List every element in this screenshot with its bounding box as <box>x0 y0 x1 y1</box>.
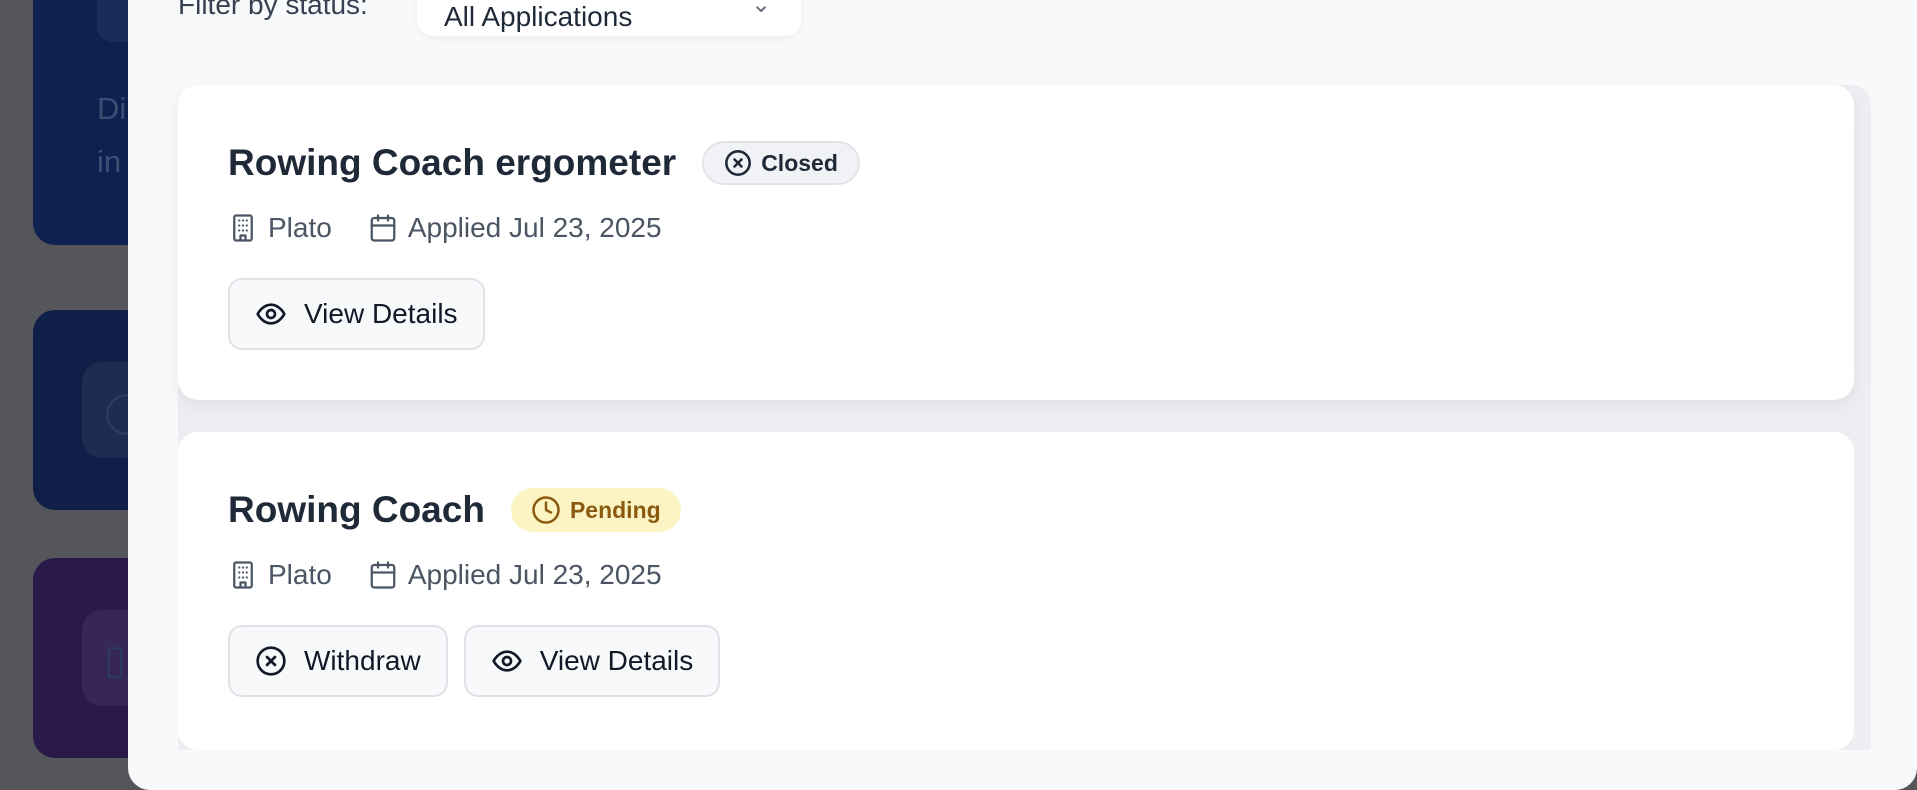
company-name: Plato <box>268 559 332 590</box>
filter-label: Filter by status: <box>178 0 368 20</box>
status-badge: Closed <box>702 141 860 185</box>
view-details-button[interactable]: View Details <box>228 278 485 350</box>
applied-date: Applied Jul 23, 2025 <box>407 559 662 590</box>
application-card: Rowing Coach Pending Plato Applied Jul 2… <box>178 432 1854 750</box>
view-details-label: View Details <box>304 298 458 329</box>
eye-icon <box>256 303 286 325</box>
background-card-text: Di in <box>97 82 126 188</box>
application-title: Rowing Coach ergometer <box>228 142 677 183</box>
chevron-down-icon: ⌄ <box>751 0 772 18</box>
status-badge: Pending <box>510 488 681 532</box>
applications-modal: Filter by status: All Applications ⌄ Row… <box>128 0 1917 790</box>
company-name: Plato <box>268 212 332 243</box>
building-icon <box>233 214 253 242</box>
application-card: Rowing Coach ergometer Closed Plato Appl… <box>178 85 1854 400</box>
background-text-line-2: in <box>97 144 122 179</box>
background-text-line-1: Di <box>97 91 127 126</box>
calendar-icon <box>370 561 396 589</box>
status-badge-label: Pending <box>569 496 661 523</box>
status-filter-select[interactable]: All Applications ⌄ <box>417 0 801 36</box>
view-details-label: View Details <box>539 645 694 676</box>
withdraw-label: Withdraw <box>304 645 421 676</box>
application-meta: Plato Applied Jul 23, 2025 <box>228 212 662 244</box>
calendar-icon <box>370 214 396 242</box>
application-actions: Withdraw View Details <box>228 625 736 697</box>
building-icon <box>233 561 253 589</box>
application-actions: View Details <box>228 278 501 350</box>
application-title: Rowing Coach <box>228 489 485 530</box>
applications-list: Rowing Coach ergometer Closed Plato Appl… <box>178 85 1871 750</box>
withdraw-button[interactable]: Withdraw <box>228 625 448 697</box>
status-filter-value: All Applications <box>444 1 633 32</box>
applied-date: Applied Jul 23, 2025 <box>407 212 662 243</box>
application-meta: Plato Applied Jul 23, 2025 <box>228 559 662 591</box>
x-circle-icon <box>256 646 286 676</box>
status-badge-label: Closed <box>761 149 838 176</box>
x-circle-icon <box>725 150 752 176</box>
clock-icon <box>532 496 560 524</box>
eye-icon <box>492 650 522 672</box>
view-details-button[interactable]: View Details <box>463 625 721 697</box>
